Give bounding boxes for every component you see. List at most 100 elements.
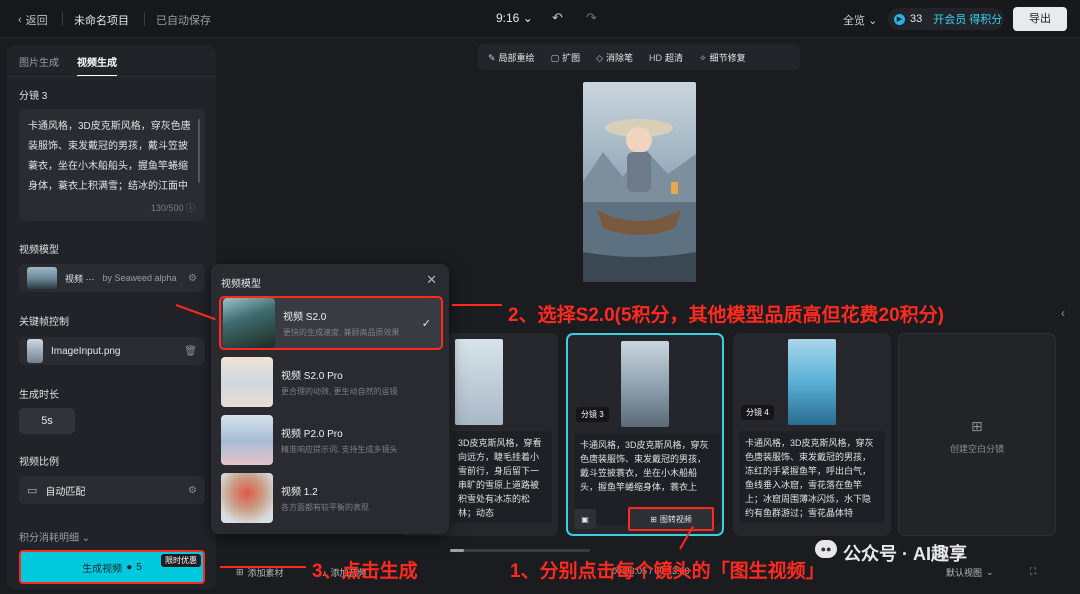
undo-icon[interactable]: ↶ xyxy=(552,10,563,26)
upscale-label: 超清 xyxy=(665,52,684,63)
ratio-select[interactable]: ▭ 自动匹配 ⚙ xyxy=(19,476,205,504)
model-option-s2-pro[interactable]: 视频 S2.0 Pro 更合理的动效, 更生动自然的运镜 xyxy=(219,355,443,409)
tab-video[interactable]: 视频生成 xyxy=(77,54,117,77)
project-name[interactable]: 未命名项目 xyxy=(74,12,129,28)
back-label: 返回 xyxy=(25,15,48,27)
model-option-1-2[interactable]: 视频 1.2 各方面都有较平衡的表现 xyxy=(219,471,443,525)
chevron-down-icon: ⌄ xyxy=(81,533,91,544)
eraser-label: 消除笔 xyxy=(606,52,634,63)
model-thumbnail xyxy=(221,473,273,523)
chevron-left-icon: ‹ xyxy=(18,14,22,26)
model-by: by Seaweed alpha xyxy=(102,273,177,283)
prompt-input[interactable]: 卡通风格，3D皮克斯风格，穿灰色唐装服饰、束发戴冠的男孩，戴斗笠披蓑衣，坐在小木… xyxy=(19,109,205,221)
keyframe-thumbnail xyxy=(27,339,43,363)
generate-video-button[interactable]: 生成视频 ● 5 限时优惠 xyxy=(19,550,205,584)
model-desc: 更快的生成速度, 兼顾高品质效果 xyxy=(283,328,400,337)
credits-badge[interactable]: ▶ 33 开会员 得积分 xyxy=(888,8,1004,30)
shot-badge: 分镜 4 xyxy=(741,405,774,420)
shot-label: 分镜 3 xyxy=(19,91,48,102)
eraser-tool[interactable]: ◇ 消除笔 xyxy=(596,51,633,64)
credit-icon: ● xyxy=(126,561,133,573)
chevron-down-icon: ⌄ xyxy=(522,11,533,25)
divider xyxy=(7,76,216,77)
expand-tool[interactable]: ▢ 扩图 xyxy=(551,51,581,64)
model-thumbnail xyxy=(221,357,273,407)
credit-detail-label: 积分消耗明细 xyxy=(19,533,79,544)
timeline-scrollbar[interactable] xyxy=(450,549,590,552)
chevron-down-icon: ⌄ xyxy=(986,567,994,577)
image-icon[interactable]: ▣ xyxy=(574,509,596,529)
scroll-thumb[interactable] xyxy=(450,549,464,552)
upscale-tool[interactable]: HD 超清 xyxy=(649,51,683,64)
zoom-label: 全览 xyxy=(843,15,865,27)
model-option-s2[interactable]: 视频 S2.0 更快的生成速度, 兼顾高品质效果 ✓ xyxy=(219,296,443,350)
model-name: 视频 1.2 xyxy=(281,487,318,498)
model-select[interactable]: 视频 ··· by Seaweed alpha ⚙ xyxy=(19,264,205,292)
chevron-down-icon: ⌄ xyxy=(868,15,878,27)
model-thumbnail xyxy=(27,267,57,289)
tab-image[interactable]: 图片生成 xyxy=(19,54,59,77)
close-icon[interactable]: ✕ xyxy=(426,272,437,288)
eraser-icon: ◇ xyxy=(596,52,604,63)
keyframe-file: ImageInput.png xyxy=(51,345,121,357)
create-empty-shot[interactable]: ⊞ 创建空白分镜 xyxy=(898,333,1056,536)
aspect-ratio-label: 9:16 xyxy=(496,11,520,25)
prompt-text[interactable]: 卡通风格，3D皮克斯风格，穿灰色唐装服饰、束发戴冠的男孩，戴斗笠披蓑衣，坐在小木… xyxy=(28,117,196,199)
storyboard-card-selected[interactable]: 分镜 3 卡通风格，3D皮克斯风格，穿灰色唐装服饰、束发戴冠的男孩，戴斗笠披蓑衣… xyxy=(566,333,724,536)
image-to-video-button[interactable]: ⊞ 图转视频 xyxy=(628,507,714,531)
model-thumbnail xyxy=(223,298,275,348)
magic-wand-icon: ✧ xyxy=(699,52,707,63)
fullscreen-icon[interactable]: ⛶ xyxy=(1030,566,1036,577)
model-name: 视频 P2.0 Pro xyxy=(281,429,343,440)
aspect-ratio[interactable]: 9:16 ⌄ xyxy=(496,11,533,25)
model-picker-popup: 视频模型 ✕ 视频 S2.0 更快的生成速度, 兼顾高品质效果 ✓ 视频 S2.0… xyxy=(211,264,449,534)
add-media-icon: ⊞ xyxy=(236,567,244,577)
card-thumbnail xyxy=(455,339,503,425)
expand-icon: ▢ xyxy=(550,52,560,63)
vip-link[interactable]: 开会员 得积分 xyxy=(933,11,1002,27)
duration-select[interactable]: 5s xyxy=(19,408,75,434)
settings-icon[interactable]: ⚙ xyxy=(188,273,197,284)
aspect-icon: ▭ xyxy=(27,484,38,497)
credit-icon: ▶ xyxy=(894,13,905,25)
save-status: 已自动保存 xyxy=(156,15,211,27)
duration-label: 生成时长 xyxy=(19,390,59,401)
shot-badge: 分镜 3 xyxy=(576,407,609,422)
card-thumbnail xyxy=(788,339,836,425)
inpaint-label: 局部重绘 xyxy=(498,52,535,63)
view-select[interactable]: 默认视图 ⌄ xyxy=(946,566,994,579)
zoom-select[interactable]: 全览 ⌄ xyxy=(843,12,877,28)
credit-detail-toggle[interactable]: 积分消耗明细 ⌄ xyxy=(19,529,90,544)
model-option-p2-pro[interactable]: 视频 P2.0 Pro 精准响应提示词, 支持生成多镜头 xyxy=(219,413,443,467)
annotation-step2: 2、选择S2.0(5积分，其他模型品质高但花费20积分) xyxy=(508,305,945,326)
keyframe-item[interactable]: ImageInput.png 🗑 xyxy=(19,337,205,365)
arrow xyxy=(220,566,306,568)
card-prompt[interactable]: 3D皮克斯风格，穿看向远方，睫毛挂着小雪前行，身后留下一串旷的雪原上道路被积雪处… xyxy=(452,431,552,523)
model-thumbnail xyxy=(221,415,273,465)
redo-icon[interactable]: ↷ xyxy=(586,10,597,26)
edit-toolbar: ✎ 局部重绘 ▢ 扩图 ◇ 消除笔 HD 超清 ✧ 细节修复 xyxy=(478,44,800,70)
generation-tabs: 图片生成 视频生成 xyxy=(19,54,117,77)
model-desc: 各方面都有较平衡的表现 xyxy=(281,503,369,512)
detail-fix-tool[interactable]: ✧ 细节修复 xyxy=(699,51,746,64)
annotation-step3: 3、点击生成 xyxy=(312,561,418,582)
ratio-value: 自动匹配 xyxy=(45,486,86,498)
delete-icon[interactable]: 🗑 xyxy=(184,346,197,357)
inpaint-tool[interactable]: ✎ 局部重绘 xyxy=(488,51,535,64)
generate-cost: 5 xyxy=(136,561,142,573)
back-button[interactable]: ‹ 返回 xyxy=(18,12,48,28)
char-count-label: 130/500 xyxy=(150,203,184,213)
settings-icon[interactable]: ⚙ xyxy=(188,485,197,496)
card-prompt[interactable]: 卡通风格，3D皮克斯风格，穿灰色唐装服饰、束发戴冠的男孩，冻红的手紧握鱼竿，呼出… xyxy=(739,431,885,523)
check-icon: ✓ xyxy=(421,318,431,330)
boy-on-boat-illustration xyxy=(583,82,696,282)
export-button[interactable]: 导出 xyxy=(1013,7,1067,31)
storyboard-card[interactable]: 分镜 4 卡通风格，3D皮克斯风格，穿灰色唐装服饰、束发戴冠的男孩，冻红的手紧握… xyxy=(733,333,891,536)
model-desc: 精准响应提示词, 支持生成多镜头 xyxy=(281,445,398,454)
popup-title: 视频模型 xyxy=(221,279,261,290)
video-icon: ⊞ xyxy=(650,514,657,524)
left-panel: 图片生成 视频生成 分镜 3 卡通风格，3D皮克斯风格，穿灰色唐装服饰、束发戴冠… xyxy=(7,45,216,589)
ratio-label: 视频比例 xyxy=(19,457,59,468)
collapse-panel-icon[interactable]: ‹ xyxy=(1061,306,1065,320)
scrollbar[interactable] xyxy=(198,119,200,183)
